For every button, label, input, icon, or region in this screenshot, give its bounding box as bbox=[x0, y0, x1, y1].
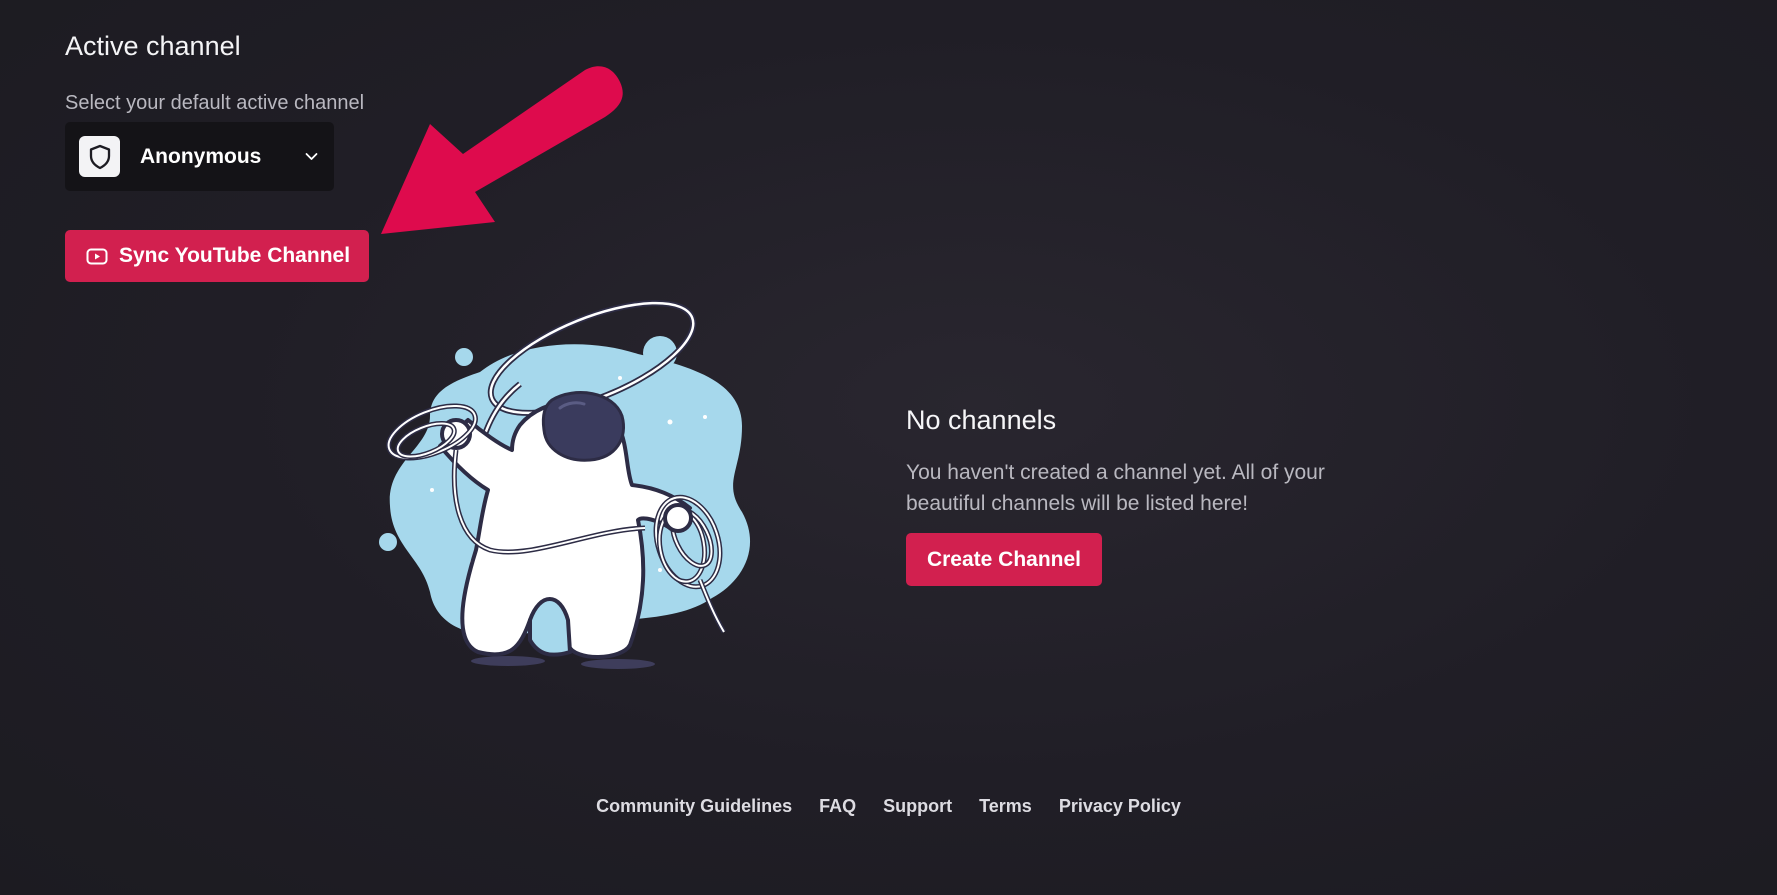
active-channel-subtitle: Select your default active channel bbox=[65, 92, 365, 114]
footer-link-community-guidelines[interactable]: Community Guidelines bbox=[596, 796, 792, 817]
channel-avatar bbox=[79, 136, 120, 177]
active-channel-title: Active channel bbox=[65, 31, 241, 61]
sync-youtube-channel-label: Sync YouTube Channel bbox=[119, 244, 351, 267]
footer-link-support[interactable]: Support bbox=[883, 796, 952, 817]
selected-channel-name: Anonymous bbox=[140, 144, 262, 168]
footer-links: Community Guidelines FAQ Support Terms P… bbox=[0, 796, 1777, 817]
annotation-arrow bbox=[381, 66, 623, 234]
shield-icon bbox=[89, 144, 110, 169]
footer-link-faq[interactable]: FAQ bbox=[819, 796, 856, 817]
chevron-down-icon bbox=[305, 153, 318, 160]
sync-youtube-channel-button[interactable]: Sync YouTube Channel bbox=[65, 230, 369, 282]
astronaut-illustration bbox=[379, 300, 751, 669]
empty-state-description: You haven't created a channel yet. All o… bbox=[906, 461, 1325, 515]
active-channel-dropdown[interactable]: Anonymous bbox=[65, 122, 334, 191]
footer-link-privacy-policy[interactable]: Privacy Policy bbox=[1059, 796, 1181, 817]
empty-state-title: No channels bbox=[906, 405, 1057, 435]
footer-link-terms[interactable]: Terms bbox=[979, 796, 1032, 817]
youtube-icon bbox=[86, 248, 108, 265]
create-channel-button[interactable]: Create Channel bbox=[906, 533, 1102, 586]
